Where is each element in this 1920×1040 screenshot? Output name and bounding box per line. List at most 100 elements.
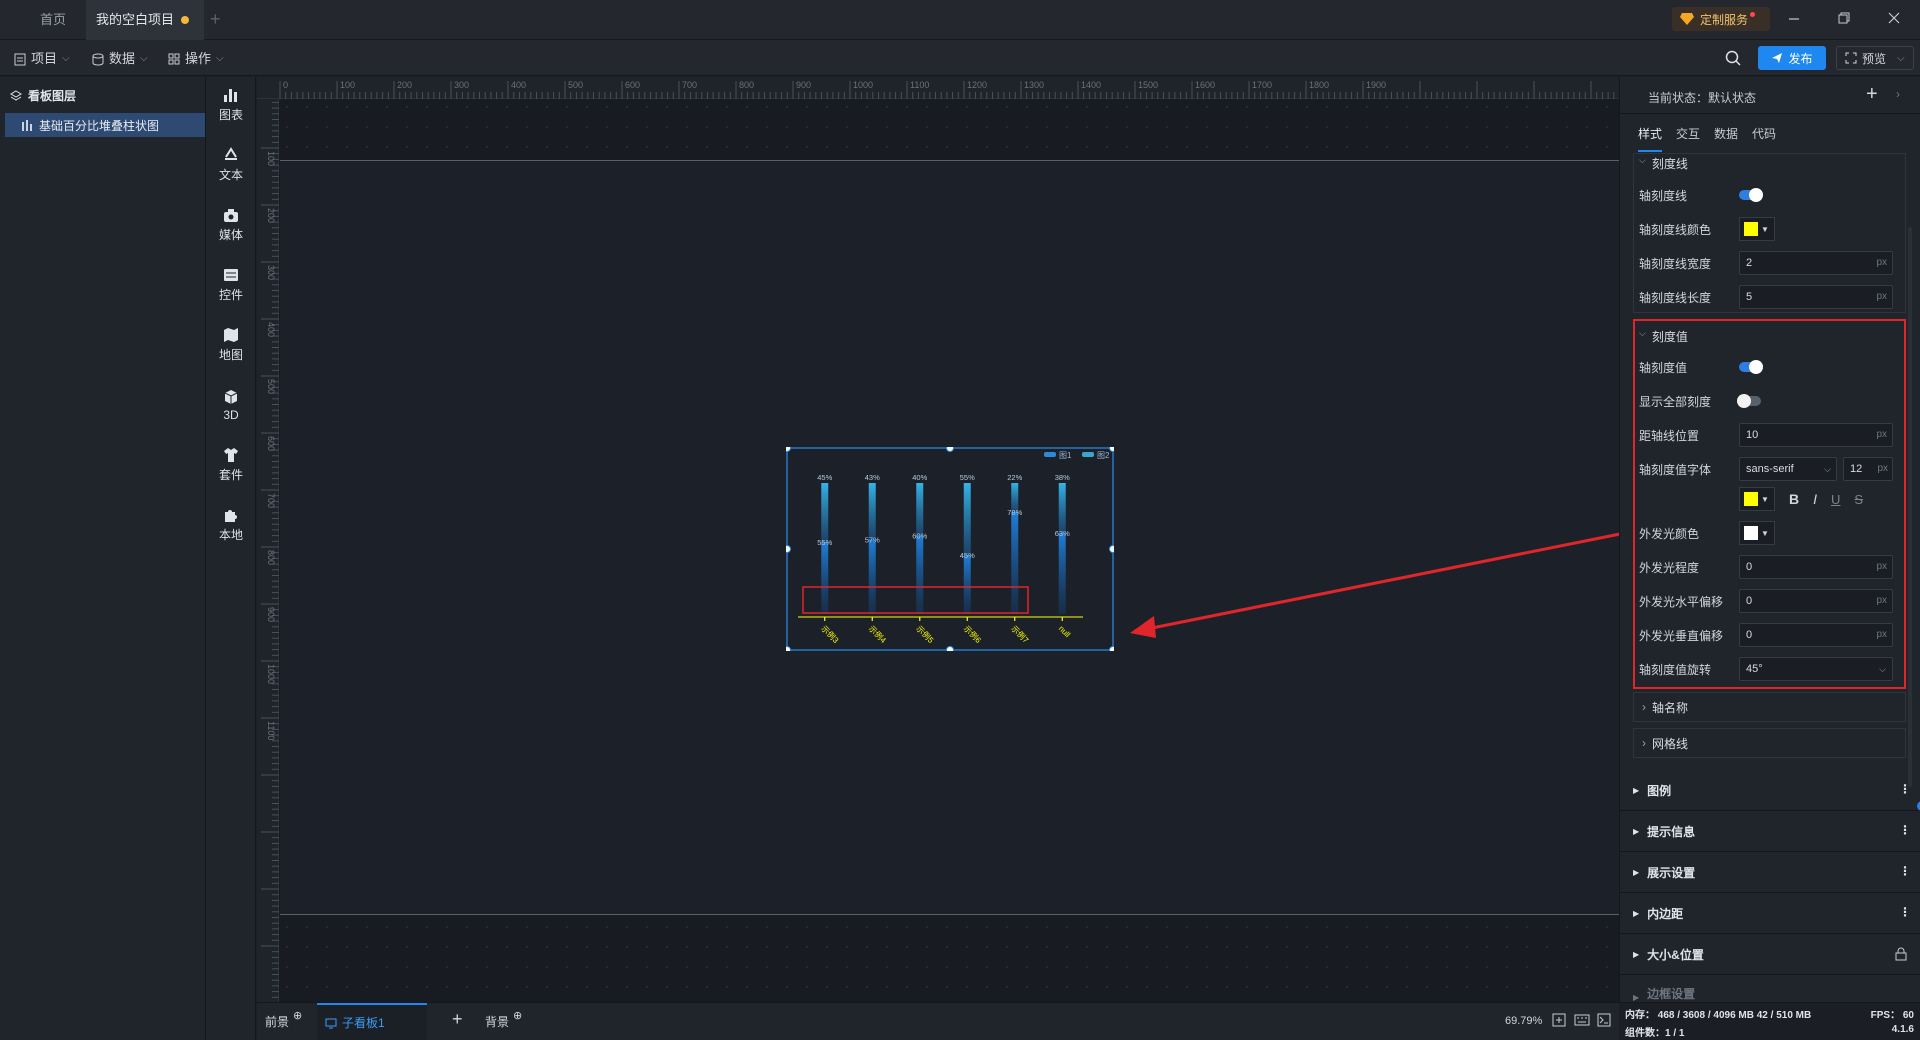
font-size-input[interactable]: 12 px	[1843, 457, 1893, 481]
group-tooltip[interactable]: ▶ 提示信息 ⋮	[1619, 811, 1920, 852]
ruler-tick-label: 400	[266, 322, 276, 337]
divider	[1620, 113, 1920, 114]
font-family-select[interactable]: sans-serif ⌵	[1739, 457, 1837, 481]
custom-service-label: 定制服务	[1700, 12, 1749, 27]
bar-segment-series2	[1011, 511, 1019, 614]
offset-input[interactable]: 10 px	[1739, 423, 1893, 447]
terminal-icon[interactable]	[1597, 1013, 1611, 1027]
more-icon[interactable]: ⋮	[1899, 864, 1911, 878]
add-subboard-icon[interactable]: +	[452, 1009, 463, 1030]
menu-data[interactable]: 数据 ⌵	[92, 49, 148, 69]
keyboard-icon[interactable]	[1574, 1013, 1590, 1027]
publish-label: 发布	[1788, 51, 1813, 66]
strikethrough-button[interactable]: S	[1854, 492, 1863, 507]
group-legend[interactable]: ▶ 图例 ⋮	[1619, 770, 1920, 811]
glow-y-input[interactable]: 0 px	[1739, 623, 1893, 647]
foreground-tab[interactable]: 前景 ⊕	[265, 1010, 302, 1030]
add-circle-icon[interactable]: ⊕	[293, 1009, 302, 1030]
preview-button[interactable]: 预览 ⌵	[1836, 46, 1914, 70]
row-tickline-color: 轴刻度线颜色 ▼	[1639, 214, 1899, 244]
tab-interaction[interactable]: 交互	[1676, 125, 1700, 152]
add-state-icon[interactable]: +	[1866, 83, 1878, 106]
data-label: 43%	[865, 473, 880, 482]
restore-icon[interactable]	[1836, 10, 1852, 26]
underline-button[interactable]: U	[1831, 492, 1840, 507]
ruler-tick-label: 0	[283, 80, 288, 90]
tab-style[interactable]: 样式	[1638, 125, 1663, 152]
tab-project[interactable]: 我的空白项目	[86, 0, 204, 40]
tool-map[interactable]: 地图	[206, 317, 256, 373]
menu-operation[interactable]: 操作 ⌵	[168, 49, 224, 69]
tickline-color-picker[interactable]: ▼	[1739, 217, 1775, 241]
axis-tick-label: 示例6	[962, 623, 984, 645]
caret-down-icon: ▼	[1761, 224, 1769, 234]
cube-icon	[224, 389, 238, 404]
tickline-width-input[interactable]: 2 px	[1739, 251, 1893, 275]
chevron-down-icon: ⌵	[1879, 664, 1886, 674]
row-glow-level: 外发光程度 0 px	[1639, 552, 1899, 582]
add-tab-icon[interactable]: +	[210, 9, 221, 30]
more-icon[interactable]: ⋮	[1899, 823, 1911, 837]
tickline-length-input[interactable]: 5 px	[1739, 285, 1893, 309]
fit-screen-icon[interactable]	[1552, 1013, 1566, 1027]
group-padding[interactable]: ▶ 内边距 ⋮	[1619, 893, 1920, 934]
tool-chart[interactable]: 图表	[206, 77, 256, 133]
group-size-label: 大小&位置	[1647, 947, 1704, 962]
tickvalue-toggle[interactable]	[1739, 360, 1763, 374]
legend-label: 图2	[1097, 451, 1110, 460]
scrollbar[interactable]	[1908, 227, 1912, 787]
section-axis-name[interactable]: › 轴名称	[1633, 692, 1906, 722]
section-gridline[interactable]: › 网格线	[1633, 728, 1906, 758]
row-show-all: 显示全部刻度	[1639, 386, 1899, 416]
tool-3d-label: 3D	[223, 407, 239, 422]
row-tickline-width: 轴刻度线宽度 2 px	[1639, 248, 1899, 278]
more-icon[interactable]: ⋮	[1899, 782, 1911, 796]
zoom-level[interactable]: 69.79%	[1505, 1015, 1542, 1027]
tab-home[interactable]: 首页	[20, 0, 86, 40]
close-icon[interactable]	[1886, 10, 1902, 26]
rotate-select[interactable]: 45° ⌵	[1739, 657, 1893, 681]
row-tickline-length: 轴刻度线长度 5 px	[1639, 282, 1899, 312]
italic-button[interactable]: I	[1813, 491, 1817, 507]
tool-control[interactable]: 控件	[206, 257, 256, 313]
bottom-bar: 前景 ⊕ 子看板1 + 背景 ⊕ 69.79%	[257, 1002, 1619, 1040]
more-icon[interactable]: ⋮	[1899, 905, 1911, 919]
layers-panel: 看板图层 基础百分比堆叠柱状图	[0, 77, 206, 1040]
tickline-header[interactable]: ⌵ 刻度线	[1639, 155, 1688, 172]
tickvalue-header[interactable]: ⌵ 刻度值	[1639, 328, 1688, 345]
tool-text[interactable]: 文本	[206, 137, 256, 193]
custom-service-button[interactable]: 定制服务	[1672, 7, 1770, 31]
state-value[interactable]: 默认状态	[1708, 91, 1756, 105]
tab-code[interactable]: 代码	[1752, 125, 1776, 152]
glow-level-input[interactable]: 0 px	[1739, 555, 1893, 579]
chevron-right-icon[interactable]: ›	[1896, 87, 1900, 101]
bar-segment-series2	[868, 539, 876, 614]
tool-media[interactable]: 媒体	[206, 197, 256, 253]
glow-x-value: 0	[1746, 595, 1753, 607]
publish-button[interactable]: 发布	[1758, 46, 1826, 70]
add-circle-icon[interactable]: ⊕	[513, 1009, 522, 1030]
font-color-picker[interactable]: ▼	[1739, 487, 1775, 511]
menu-project[interactable]: 项目 ⌵	[14, 49, 70, 69]
layer-item[interactable]: 基础百分比堆叠柱状图	[5, 113, 205, 137]
group-legend-label: 图例	[1647, 783, 1672, 798]
chart-component[interactable]: 图1 图2 45% 55% 示例3 43% 57% 示例4 40% 60% 示例5 55% 45% 示例6…	[786, 447, 1114, 651]
tickline-toggle[interactable]	[1739, 188, 1763, 202]
tool-local[interactable]: 本地	[206, 497, 256, 553]
show-all-toggle[interactable]	[1737, 394, 1761, 408]
background-tab[interactable]: 背景 ⊕	[485, 1010, 522, 1030]
glow-color-picker[interactable]: ▼	[1739, 521, 1775, 545]
ruler-tick-label: 1800	[1309, 80, 1329, 90]
group-border[interactable]: ▶ 边框设置	[1619, 975, 1920, 1003]
glow-x-input[interactable]: 0 px	[1739, 589, 1893, 613]
subboard-tab[interactable]: 子看板1	[317, 1003, 427, 1040]
lock-icon[interactable]	[1895, 947, 1907, 961]
bold-button[interactable]: B	[1789, 491, 1799, 507]
tool-kit[interactable]: 套件	[206, 437, 256, 493]
search-icon[interactable]	[1724, 49, 1742, 67]
tool-3d[interactable]: 3D	[206, 377, 256, 433]
tab-data[interactable]: 数据	[1714, 125, 1738, 152]
group-display[interactable]: ▶ 展示设置 ⋮	[1619, 852, 1920, 893]
group-size-position[interactable]: ▶ 大小&位置	[1619, 934, 1920, 975]
minimize-icon[interactable]	[1786, 10, 1802, 26]
